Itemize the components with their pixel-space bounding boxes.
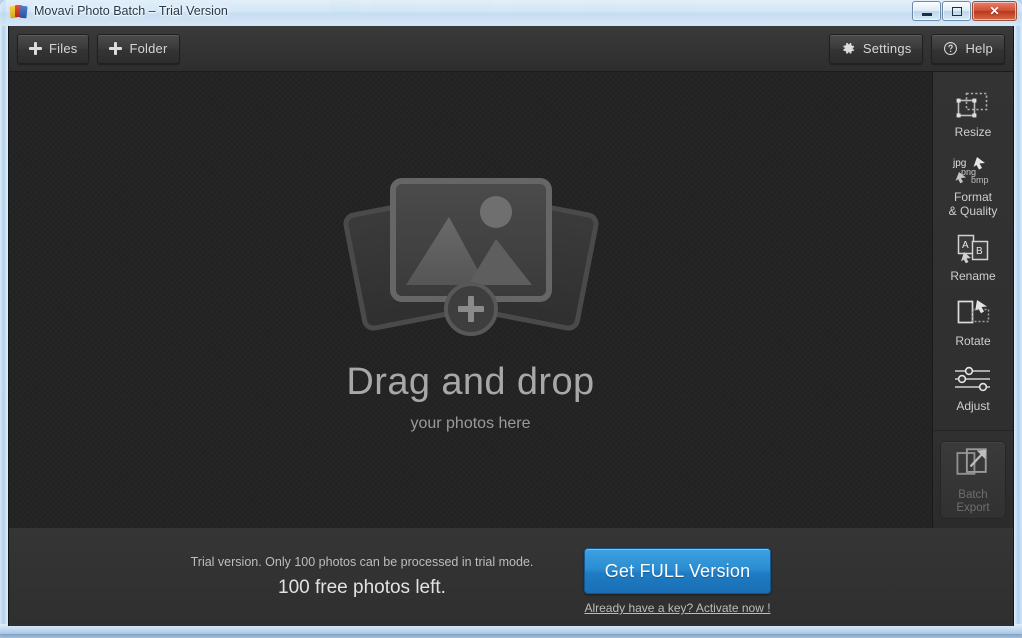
window-controls: ✕ — [911, 1, 1017, 21]
window-resize-handle-right[interactable] — [1014, 0, 1022, 634]
format-label-line1: Format — [953, 190, 992, 204]
movavi-app-icon — [9, 3, 28, 19]
plus-icon — [109, 42, 123, 55]
middle-region: Drag and drop your photos here Resize jp… — [9, 72, 1013, 528]
resize-icon — [956, 90, 990, 120]
batch-export-line2: Export — [956, 501, 990, 514]
sidebar-item-label: Rename — [950, 269, 996, 283]
rename-icon: A B — [954, 234, 992, 264]
sidebar-item-rotate[interactable]: Rotate — [934, 293, 1012, 356]
free-photos-count: 100 free photos left. — [278, 577, 446, 598]
window-resize-handle-left[interactable] — [0, 0, 8, 634]
add-folder-label: Folder — [129, 41, 168, 56]
drop-zone-subtitle: your photos here — [410, 415, 531, 432]
sidebar-item-format-quality[interactable]: jpg png bmp Format & Quality — [934, 149, 1012, 226]
question-circle-icon — [943, 41, 958, 56]
help-label: Help — [965, 41, 993, 56]
title-bar-content: Movavi Photo Batch – Trial Version — [9, 3, 228, 19]
minimize-icon — [913, 2, 940, 20]
export-arrow-icon — [954, 445, 992, 484]
maximize-button[interactable] — [942, 1, 971, 21]
adjust-sliders-icon — [952, 364, 994, 394]
add-folder-button[interactable]: Folder — [97, 33, 180, 64]
sidebar-item-label: Resize — [954, 125, 992, 139]
format-bmp-text: bmp — [971, 175, 989, 185]
sidebar-item-label: Rotate — [955, 334, 991, 348]
trial-notice: Trial version. Only 100 photos can be pr… — [190, 555, 534, 569]
tools-sidebar: Resize jpg png bmp Format & Quality A B … — [933, 72, 1013, 528]
batch-export-button[interactable]: Batch Export — [940, 440, 1006, 519]
sidebar-item-resize[interactable]: Resize — [934, 84, 1012, 147]
gear-icon — [841, 41, 856, 56]
photo-stack-add-icon — [306, 167, 636, 347]
main-toolbar: Files Folder Settings Help — [9, 26, 1013, 72]
application-window: Movavi Photo Batch – Trial Version ✕ Fil… — [0, 0, 1022, 634]
title-bar[interactable]: Movavi Photo Batch – Trial Version ✕ — [0, 0, 1022, 26]
trial-status-bar: Trial version. Only 100 photos can be pr… — [9, 528, 1013, 626]
batch-export-container: Batch Export — [933, 430, 1013, 528]
purchase-cta: Get FULL Version Already have a key? Act… — [584, 548, 771, 615]
settings-label: Settings — [862, 41, 912, 56]
settings-button[interactable]: Settings — [828, 33, 924, 64]
help-button[interactable]: Help — [931, 33, 1005, 64]
window-title: Movavi Photo Batch – Trial Version — [34, 4, 228, 18]
batch-export-line1: Batch — [958, 488, 988, 501]
sidebar-item-adjust[interactable]: Adjust — [934, 358, 1012, 421]
rename-letter-a: A — [962, 240, 969, 251]
get-full-version-button[interactable]: Get FULL Version — [584, 548, 771, 594]
format-quality-icon: jpg png bmp — [949, 155, 997, 185]
sidebar-item-label: Adjust — [956, 399, 990, 413]
maximize-icon — [943, 2, 970, 20]
rotate-icon — [953, 299, 993, 329]
close-button[interactable]: ✕ — [972, 1, 1017, 21]
close-icon: ✕ — [989, 4, 1000, 18]
batch-export-label: Batch Export — [956, 489, 989, 515]
sidebar-item-label: Format & Quality — [949, 190, 998, 218]
rename-letter-b: B — [976, 246, 983, 257]
activate-key-link[interactable]: Already have a key? Activate now ! — [584, 601, 770, 615]
format-label-line2: & Quality — [948, 204, 998, 218]
sidebar-item-rename[interactable]: A B Rename — [934, 228, 1012, 291]
drop-zone-title: Drag and drop — [346, 361, 595, 403]
drop-zone[interactable]: Drag and drop your photos here — [9, 72, 933, 528]
add-files-button[interactable]: Files — [17, 33, 90, 64]
minimize-button[interactable] — [912, 1, 941, 21]
app-body: Files Folder Settings Help Drag and drop… — [8, 26, 1014, 626]
add-files-label: Files — [49, 41, 78, 56]
plus-icon — [29, 42, 42, 55]
